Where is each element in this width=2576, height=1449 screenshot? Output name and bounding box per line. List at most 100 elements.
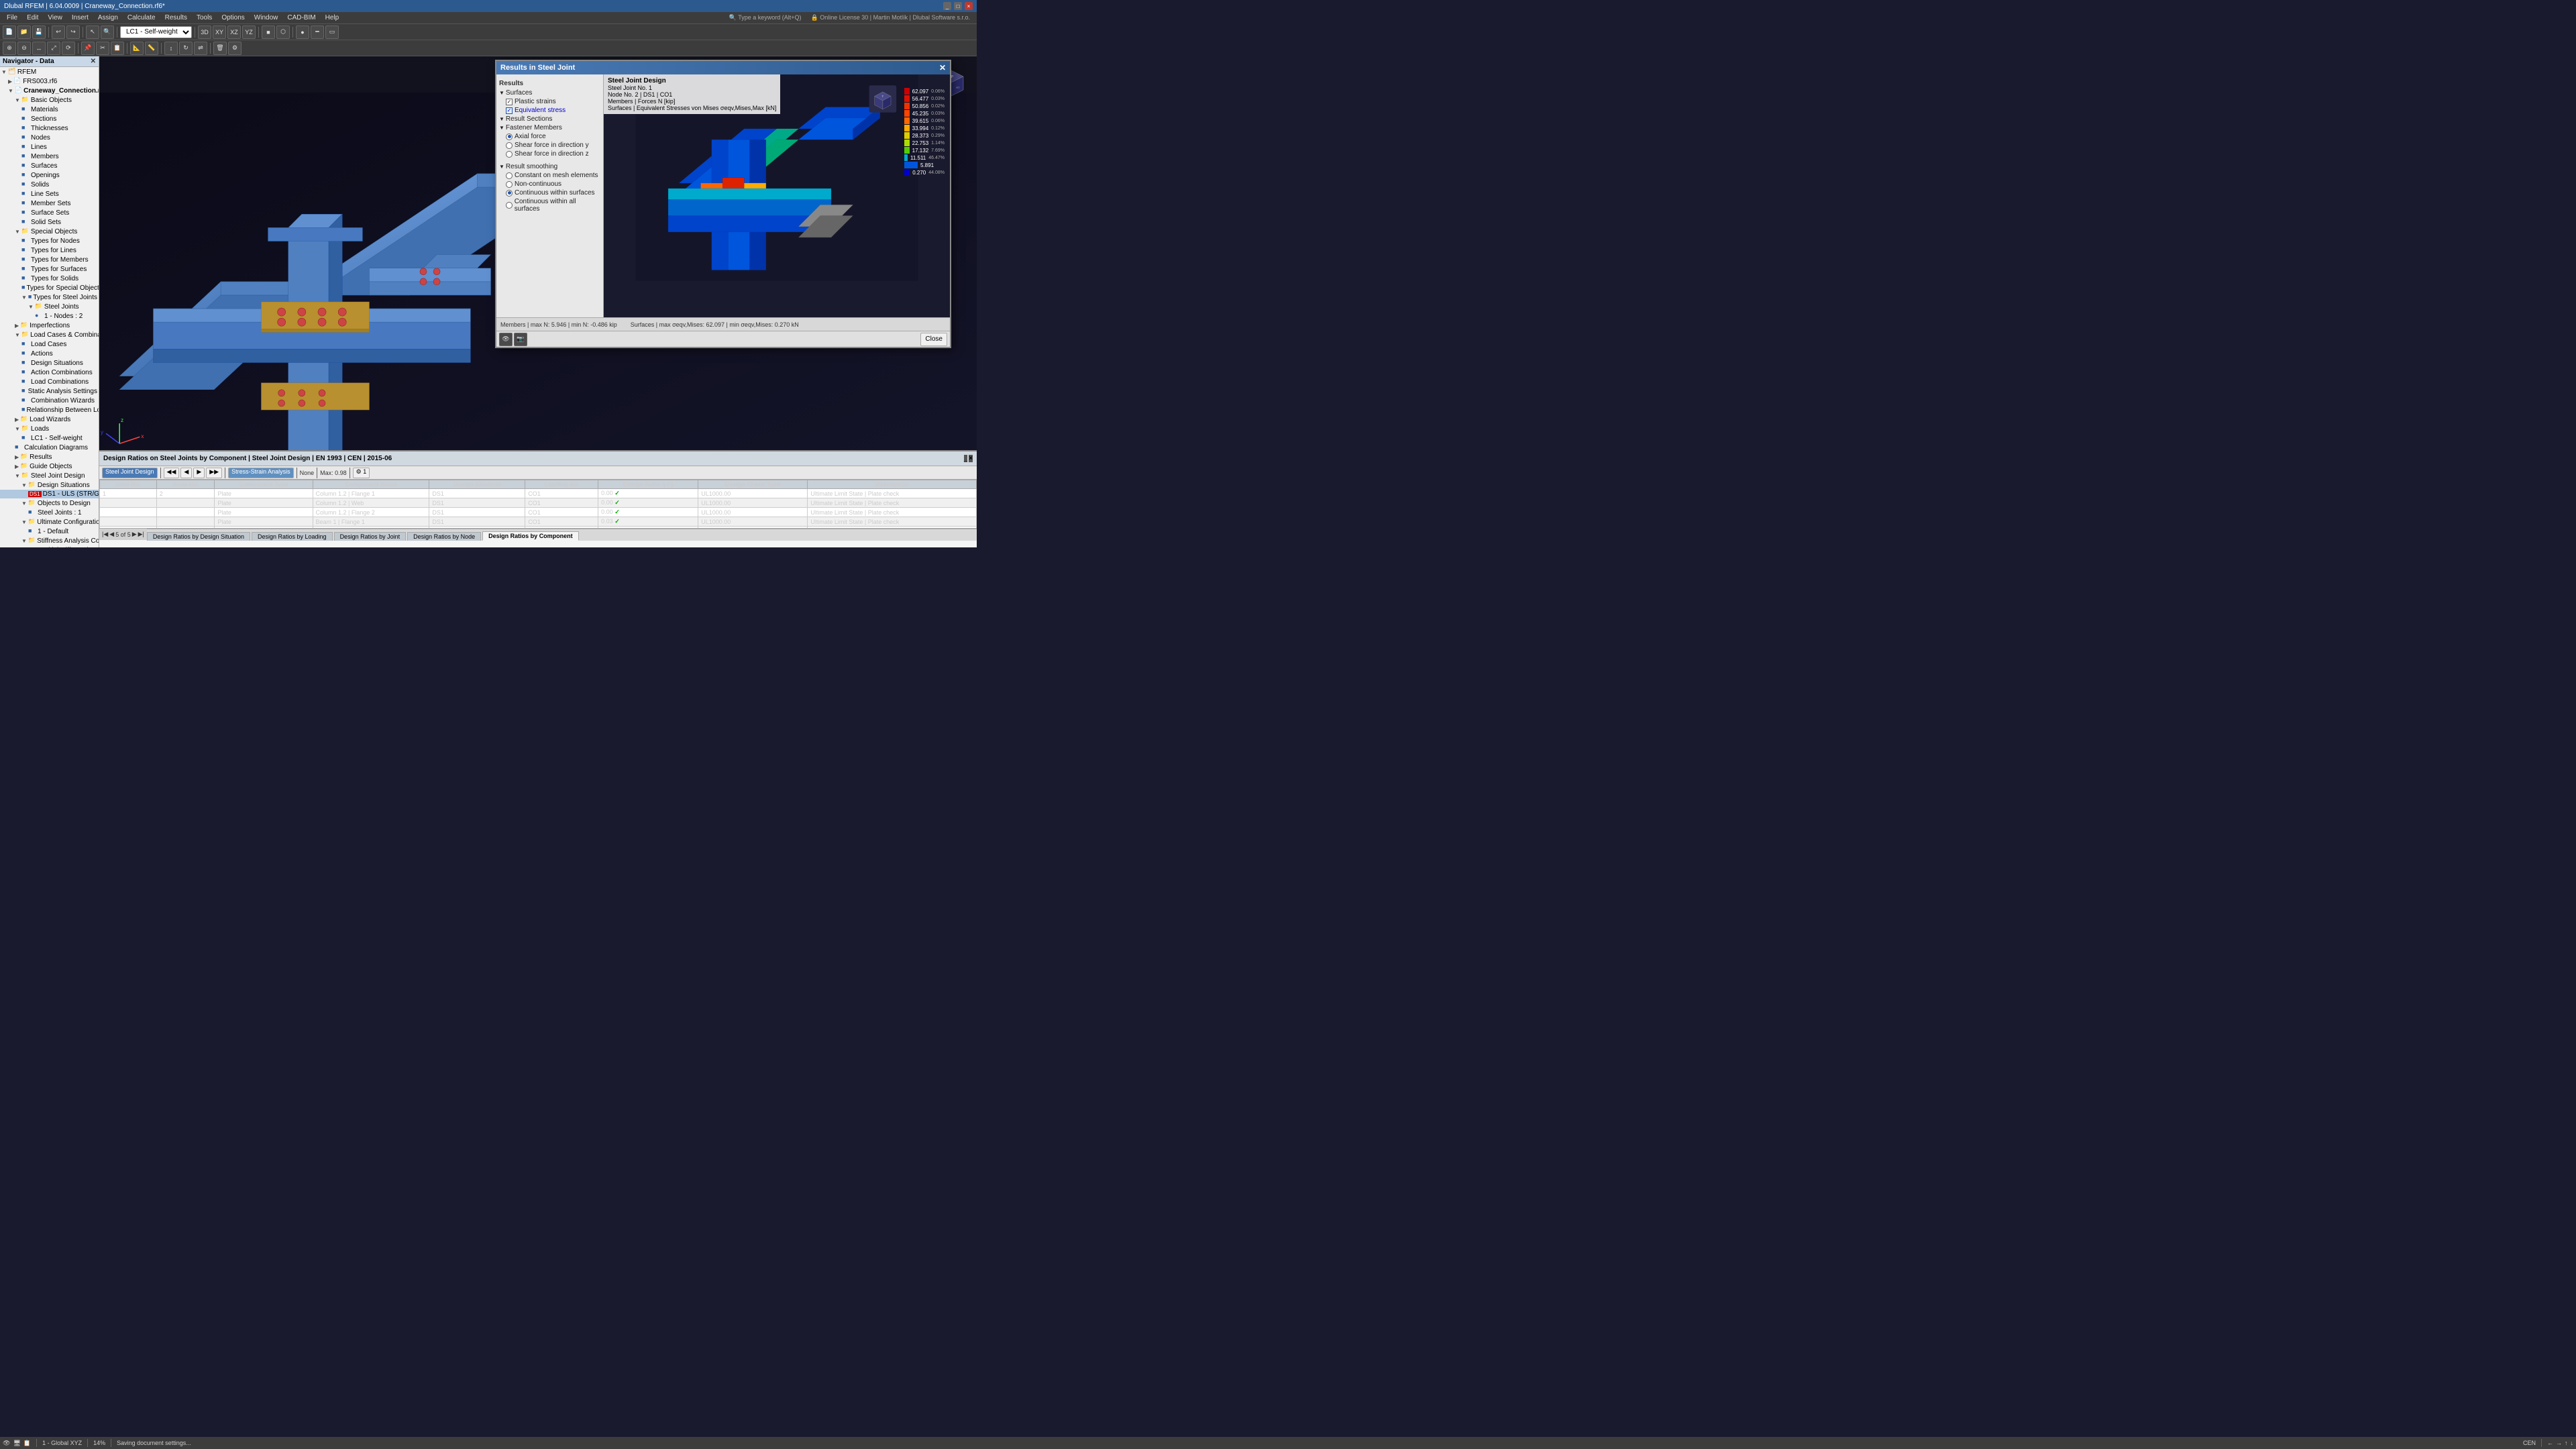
nav-design-sit[interactable]: ■ Design Situations [0,358,99,368]
nav-types-solids[interactable]: ■ Types for Solids [0,274,99,283]
t2-btn5[interactable]: ⟳ [62,42,75,55]
save-btn[interactable]: 💾 [32,25,46,39]
bp-close[interactable]: × [969,455,973,462]
nav-steel-joints[interactable]: ▼ 📁 Steel Joints [0,302,99,311]
plastic-strains-check[interactable]: ✓ [506,99,513,105]
page-nav-first[interactable]: |◀ [102,531,108,538]
maximize-btn[interactable]: □ [954,2,962,10]
nav-design-situations[interactable]: ▼ 📁 Design Situations [0,480,99,490]
nav-load-wizards[interactable]: ▶ 📁 Load Wizards [0,415,99,424]
menu-file[interactable]: File [3,13,21,22]
fastener-members-item[interactable]: ▼ Fastener Members [499,123,600,132]
t2-btn6[interactable]: 📌 [81,42,95,55]
t2-rotate[interactable]: ↻ [179,42,193,55]
bottom-table-container[interactable]: Joint No. Node No. Component Type Compon… [99,480,977,528]
nav-rfem-root[interactable]: ▼ 🗂 RFEM [0,67,99,76]
bp-nav-prev[interactable]: ◀◀ [164,468,180,478]
non-continuous-item[interactable]: Non-continuous [499,180,600,189]
plastic-strains-item[interactable]: ✓ Plastic strains [499,97,600,106]
view-yz-btn[interactable]: YZ [242,25,256,39]
minimize-btn[interactable]: _ [943,2,951,10]
result-sections-item[interactable]: ▼ Result Sections [499,115,600,123]
nav-special[interactable]: ▼ 📁 Special Objects [0,227,99,236]
nav-materials[interactable]: ■ Materials [0,105,99,114]
continuous-surfaces-item[interactable]: Continuous within surfaces [499,189,600,197]
nav-lc1[interactable]: ■ LC1 - Self-weight [0,433,99,443]
navigator-close[interactable]: ✕ [91,58,96,65]
view3d-btn[interactable]: 3D [198,25,211,39]
bp-analysis-btn[interactable]: Stress-Strain Analysis [228,468,294,478]
nav-results[interactable]: ▶ 📁 Results [0,452,99,462]
menu-assign[interactable]: Assign [94,13,122,22]
zoom-btn[interactable]: 🔍 [101,25,114,39]
nav-calc-diag[interactable]: ■ Calculation Diagrams [0,443,99,452]
shear-y-radio[interactable] [506,142,513,149]
bp-nav-end[interactable]: ▶▶ [206,468,222,478]
t2-delete[interactable]: 🗑 [213,42,227,55]
select-btn[interactable]: ↖ [86,25,99,39]
menu-options[interactable]: Options [217,13,248,22]
nav-stiffness-1[interactable]: ■ 1 - Initial stiffness | No interactio.… [0,545,99,547]
undo-btn[interactable]: ↩ [52,25,65,39]
dialog-eye-btn[interactable]: 👁 [499,333,513,346]
navigator-content[interactable]: ▼ 🗂 RFEM ▶ 📄 FRS003.rf6 ▼ 📄 Craneway_Con… [0,67,99,547]
equiv-stress-check[interactable]: ✓ [506,107,513,114]
nav-comb-wizards[interactable]: ■ Combination Wizards [0,396,99,405]
nav-lines[interactable]: ■ Lines [0,142,99,152]
tab-by-node[interactable]: Design Ratios by Node [407,532,481,541]
viewport-container[interactable]: x z y TOP FR RT [99,56,977,547]
t2-btn8[interactable]: 📋 [111,42,124,55]
continuous-all-radio[interactable] [506,202,513,209]
nav-basic-objects[interactable]: ▼ 📁 Basic Objects [0,95,99,105]
bp-minimize[interactable]: _ [964,455,968,462]
view-xy-btn[interactable]: XY [213,25,226,39]
result-smoothing-item[interactable]: ▼ Result smoothing [499,162,600,171]
surfaces-item[interactable]: ▼ Surfaces [499,89,600,97]
tab-by-joint[interactable]: Design Ratios by Joint [334,532,407,541]
menu-help[interactable]: Help [321,13,343,22]
nav-sjd[interactable]: ▼ 📁 Steel Joint Design [0,471,99,480]
non-continuous-radio[interactable] [506,181,513,188]
page-nav-next[interactable]: ▶ [132,531,137,538]
nav-openings[interactable]: ■ Openings [0,170,99,180]
dialog-close-button[interactable]: Close [920,333,947,346]
menu-view[interactable]: View [44,13,66,22]
menu-cadbim[interactable]: CAD-BIM [283,13,319,22]
t2-btn3[interactable]: ↔ [32,42,46,55]
wire-btn[interactable]: ⬡ [276,25,290,39]
shear-z-item[interactable]: Shear force in direction z [499,150,600,158]
dialog-title-bar[interactable]: Results in Steel Joint ✕ [496,61,950,74]
nav-types-steeljoints[interactable]: ▼ ■ Types for Steel Joints [0,292,99,302]
nav-load-comb[interactable]: ■ Load Combinations [0,377,99,386]
tab-by-loading[interactable]: Design Ratios by Loading [252,532,333,541]
nav-obj-design[interactable]: ▼ 📁 Objects to Design [0,498,99,508]
render-btn[interactable]: ■ [262,25,275,39]
nav-membersets[interactable]: ■ Member Sets [0,199,99,208]
nav-solids[interactable]: ■ Solids [0,180,99,189]
table-row[interactable]: Plate Column 1.2 | Web DS1 CO1 0.00 ✓ UL… [100,498,977,508]
tab-by-component[interactable]: Design Ratios by Component [482,531,579,541]
redo-btn[interactable]: ↪ [66,25,80,39]
dialog-close-btn[interactable]: ✕ [939,63,946,72]
search-box[interactable]: 🔍 Type a keyword (Alt+Q) [725,14,806,21]
menu-results[interactable]: Results [161,13,191,22]
nav-types-surfaces[interactable]: ■ Types for Surfaces [0,264,99,274]
table-row[interactable]: Plate Beam 1 | Flange 1 DS1 CO1 0.03 ✓ U… [100,517,977,527]
axial-force-radio[interactable] [506,133,513,140]
nav-types-members[interactable]: ■ Types for Members [0,255,99,264]
bp-settings[interactable]: ⚙ 1 [353,468,370,478]
nav-load-cases[interactable]: ▼ 📁 Load Cases & Combinations [0,330,99,339]
menu-calculate[interactable]: Calculate [123,13,160,22]
member-btn[interactable]: ━ [311,25,324,39]
t2-move[interactable]: ↕ [164,42,178,55]
axial-force-item[interactable]: Axial force [499,132,600,141]
open-btn[interactable]: 📁 [17,25,31,39]
dialog-cam-btn[interactable]: 📷 [514,333,527,346]
dialog-3d-view[interactable]: Steel Joint Design Steel Joint No. 1 Nod… [604,74,950,317]
page-nav-prev[interactable]: ◀ [109,531,114,538]
nav-imperfections[interactable]: ▶ 📁 Imperfections [0,321,99,330]
page-nav-last[interactable]: ▶| [138,531,144,538]
tab-by-situation[interactable]: Design Ratios by Design Situation [147,532,250,541]
continuous-all-item[interactable]: Continuous within all surfaces [499,197,600,213]
t2-btn7[interactable]: ✂ [96,42,109,55]
